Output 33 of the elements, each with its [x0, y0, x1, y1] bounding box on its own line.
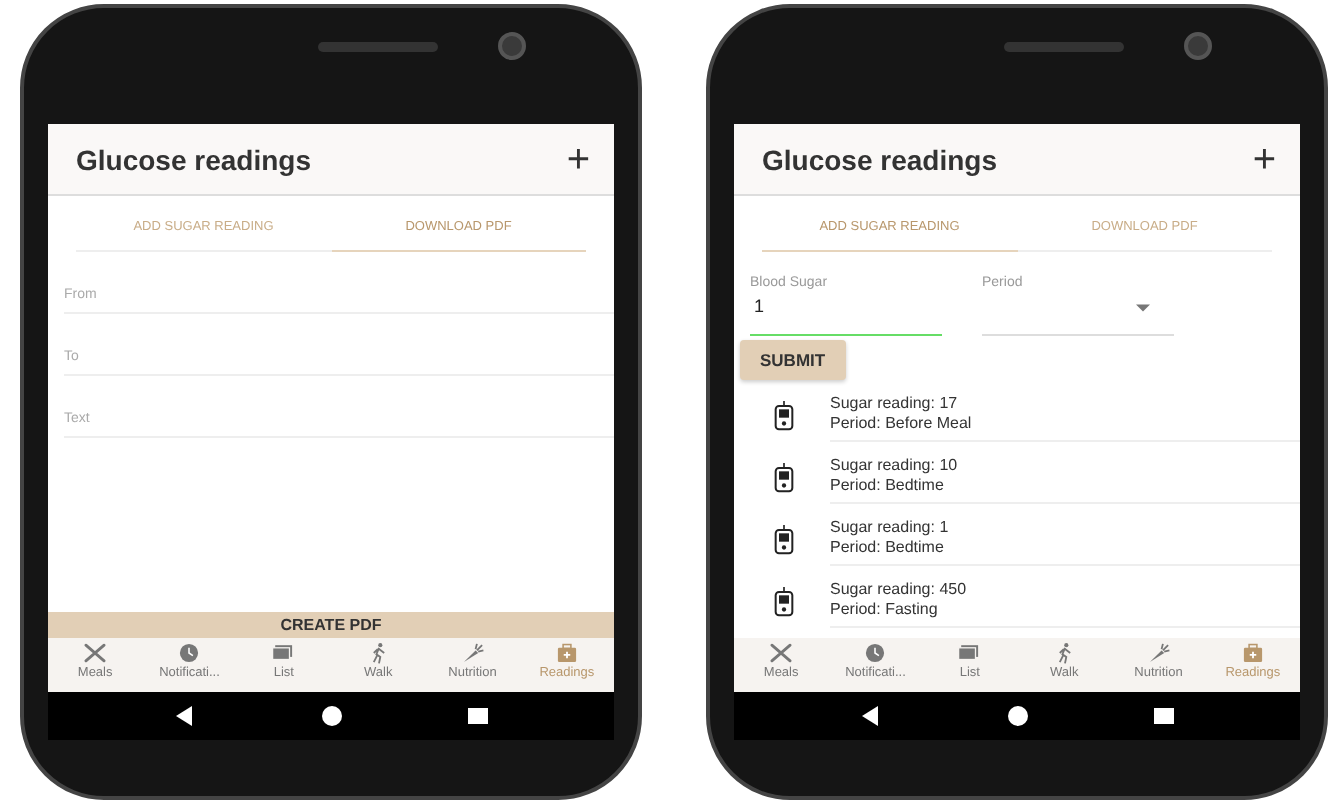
clock-icon	[862, 642, 889, 664]
carrot-icon	[1145, 642, 1172, 664]
fork-knife-icon	[82, 642, 109, 664]
glucose-meter-icon	[774, 399, 794, 431]
reading-text: Sugar reading: 17 Period: Before Meal	[830, 388, 1300, 442]
carrot-icon	[459, 642, 486, 664]
back-icon[interactable]	[174, 706, 195, 726]
home-icon[interactable]	[1007, 706, 1027, 726]
glucose-meter-icon	[774, 585, 794, 617]
glucose-meter-icon	[774, 461, 794, 493]
app-title: Glucose readings	[76, 143, 311, 175]
back-icon[interactable]	[860, 706, 881, 726]
reading-text: Sugar reading: 10 Period: Bedtime	[830, 450, 1300, 504]
speaker-grille	[1003, 41, 1123, 51]
home-icon[interactable]	[321, 706, 341, 726]
submit-button[interactable]: SUBMIT	[740, 340, 846, 380]
camera-lens	[497, 32, 525, 60]
camera-lens	[1183, 32, 1211, 60]
fork-knife-icon	[768, 642, 795, 664]
add-button[interactable]: +	[1252, 139, 1276, 179]
medical-kit-icon	[553, 642, 580, 664]
clock-icon	[176, 642, 203, 664]
reading-text: Sugar reading: 450 Period: Fasting	[830, 574, 1300, 628]
speaker-grille	[317, 41, 437, 51]
recents-icon[interactable]	[467, 706, 488, 726]
create-pdf-button[interactable]: CREATE PDF	[48, 612, 614, 638]
app-title: Glucose readings	[762, 143, 997, 175]
dropdown-caret-icon	[1136, 304, 1150, 312]
reading-text: Sugar reading: 1 Period: Bedtime	[830, 512, 1300, 566]
recents-icon[interactable]	[1153, 706, 1174, 726]
glucose-meter-icon	[774, 523, 794, 555]
medical-kit-icon	[1239, 642, 1266, 664]
add-button[interactable]: +	[566, 139, 590, 179]
